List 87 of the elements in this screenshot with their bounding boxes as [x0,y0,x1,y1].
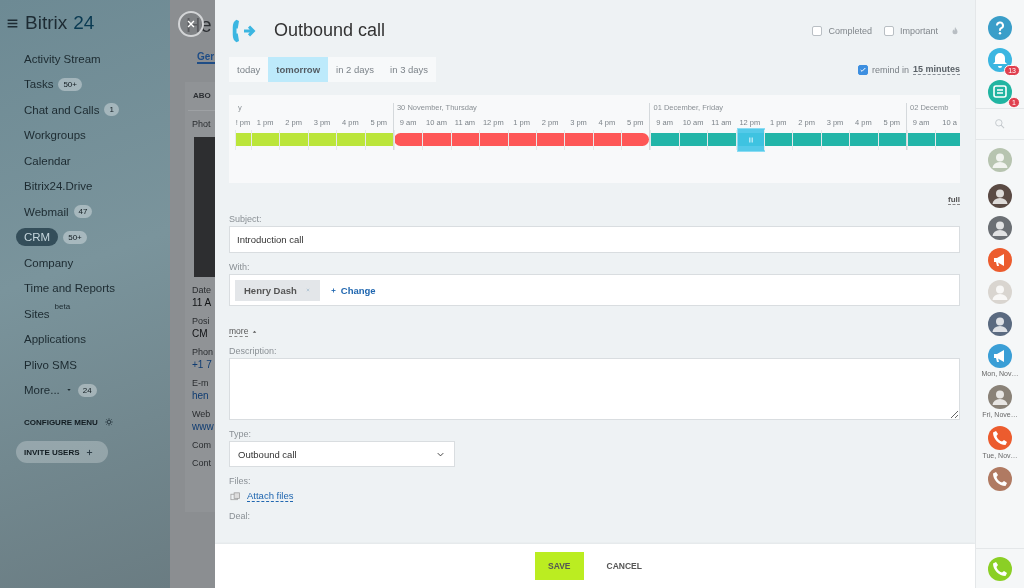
day-tab[interactable]: today [229,57,269,82]
counter-badge: 47 [73,205,93,219]
attach-files-link[interactable]: Attach files [247,490,294,502]
contact-name: Henry Dash [244,284,297,296]
menu-item[interactable]: Calendar [24,154,71,167]
menu-item[interactable]: Applications [24,333,86,346]
field-label: Com [191,440,212,450]
subject-field[interactable]: Introduction call [229,226,960,253]
remove-icon [304,287,311,293]
phone-icon[interactable] [988,557,1012,581]
field-label: Phot [191,119,212,129]
menu-item[interactable]: Webmail [24,205,69,218]
field-label: Description: [229,346,278,357]
avatar-icon[interactable] [988,216,1012,240]
menu-item[interactable]: Bitrix24.Drive [24,180,93,193]
field-label: E-m [191,378,210,388]
field-label: Files: [229,476,252,487]
cancel-button[interactable]: CANCEL [593,552,655,580]
menu-item[interactable]: Tasks [24,78,54,91]
field-label: Web [191,409,212,419]
avatar-icon[interactable] [988,184,1012,208]
field-label: Posi [191,316,211,326]
plus-icon [84,447,94,457]
menu-item[interactable]: Plivo SMS [24,358,78,371]
menu-item[interactable]: Sites [24,307,50,320]
type-dropdown[interactable]: Outbound call [229,441,455,467]
logo-text: Bitrix [25,12,68,34]
contact-field[interactable]: Henry Dash Change [229,274,960,306]
checkbox[interactable] [857,64,868,75]
field-value[interactable]: hen [188,390,215,401]
phone-icon[interactable] [988,426,1012,450]
checkbox[interactable] [812,25,823,36]
field-label: Date [191,285,212,295]
menu-item[interactable]: Company [24,256,74,269]
save-button[interactable]: SAVE [535,552,584,580]
counter-badge: 50+ [63,230,87,244]
menu-item[interactable]: More... [24,384,60,397]
time-slot-handle[interactable] [736,128,765,152]
gear-icon [103,417,114,427]
check-icon [858,65,867,74]
beta-tag: beta [54,302,71,311]
chat-icon[interactable] [988,80,1012,104]
files-icon [229,490,242,502]
field-label: Cont [191,458,212,468]
search-icon [993,117,1007,131]
field-label: Type: [229,429,252,440]
phone-icon[interactable] [988,467,1012,491]
logo-number: 24 [73,12,95,34]
counter-badge: 1 [104,103,119,117]
checkbox-label: Important [899,25,938,36]
day-tab[interactable]: in 3 days [382,57,437,82]
plus-icon [329,286,337,294]
menu-item[interactable]: Time and Reports [24,282,115,295]
checkbox-label: Completed [828,25,872,36]
field-value[interactable]: +1 7 [188,359,215,370]
counter-badge: 24 [77,383,97,397]
field-value: CM [191,328,209,339]
day-tab[interactable]: tomorrow [268,57,329,82]
full-view-link[interactable]: full [948,195,960,205]
contact-tag[interactable]: Henry Dash [235,279,320,301]
field-value: 11 A [191,297,213,308]
menu-item[interactable]: CRM [16,228,59,247]
field-label: With: [229,262,251,273]
day-tab[interactable]: in 2 days [328,57,383,82]
reminder-label: remind in [871,64,909,75]
megaphone-icon[interactable] [988,248,1012,272]
activity-title: Outbound call [274,20,387,41]
menu-item[interactable]: Chat and Calls [24,103,100,116]
configure-menu-link[interactable]: CONFIGURE MENU [24,417,98,427]
field-value[interactable]: www [188,421,215,432]
help-icon[interactable] [988,16,1012,40]
avatar-icon[interactable] [988,312,1012,336]
description-field[interactable] [229,358,960,420]
more-link[interactable]: more [229,326,249,337]
menu-item[interactable]: Workgroups [24,129,86,142]
caret-up-icon [251,328,259,335]
reminder-time-link[interactable]: 15 minutes [912,64,960,75]
checkbox[interactable] [883,25,894,36]
field-label: Phon [191,347,215,357]
counter-badge: 50+ [58,77,82,91]
change-link[interactable]: Change [329,284,376,296]
invite-users-button[interactable]: INVITE USERS [16,441,108,463]
avatar-icon[interactable] [988,385,1012,409]
menu-item[interactable]: Activity Stream [24,52,101,65]
field-label: Deal: [229,511,251,522]
field-label: Subject: [229,214,263,225]
megaphone-icon[interactable] [988,344,1012,368]
